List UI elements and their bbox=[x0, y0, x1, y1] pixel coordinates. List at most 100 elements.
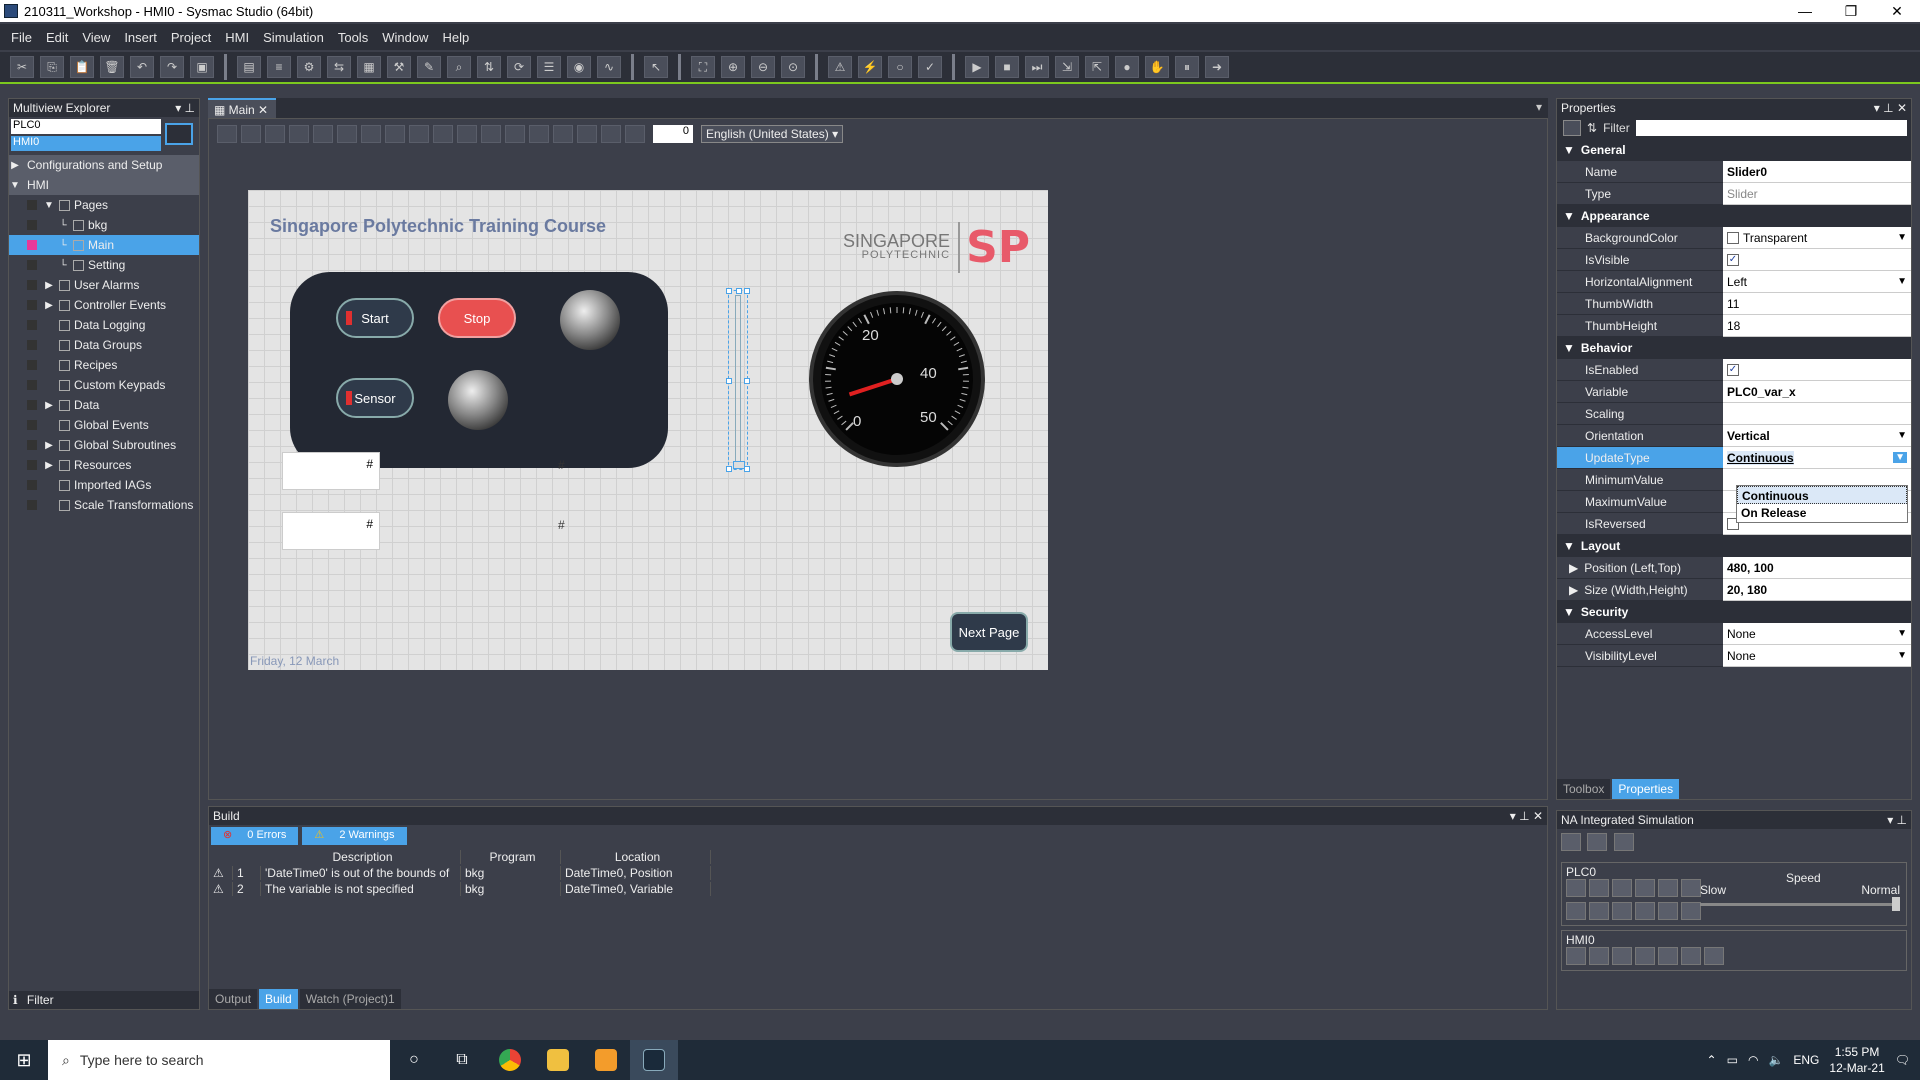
resize-handle[interactable] bbox=[726, 466, 732, 472]
arrow-right-icon[interactable]: ➜ bbox=[1205, 56, 1229, 78]
tree-item[interactable]: ▼ Pages bbox=[9, 195, 199, 215]
tree-item[interactable]: Recipes bbox=[9, 355, 199, 375]
network-icon[interactable]: ⚙ bbox=[297, 56, 321, 78]
align-middle-icon[interactable] bbox=[505, 125, 525, 143]
step-icon[interactable]: ⏭ bbox=[1025, 56, 1049, 78]
resize-handle[interactable] bbox=[736, 288, 742, 294]
menu-simulation[interactable]: Simulation bbox=[256, 30, 331, 45]
rebuild-icon[interactable]: ○ bbox=[888, 56, 912, 78]
tab-watch[interactable]: Watch (Project)1 bbox=[299, 989, 401, 1009]
gauge[interactable]: 0 20 40 50 bbox=[808, 290, 986, 468]
toggle-icon[interactable]: ◉ bbox=[567, 56, 591, 78]
resize-handle[interactable] bbox=[744, 378, 750, 384]
play-icon[interactable]: ▶ bbox=[965, 56, 989, 78]
prop-thumbheight-input[interactable]: 18 bbox=[1723, 315, 1911, 337]
step-icon[interactable] bbox=[1635, 879, 1655, 897]
tool-icon[interactable]: ✎ bbox=[417, 56, 441, 78]
datetime-display[interactable]: Friday, 12 March bbox=[250, 654, 339, 668]
wifi-icon[interactable]: ◠ bbox=[1748, 1053, 1758, 1067]
run-icon[interactable] bbox=[1566, 879, 1586, 897]
table-row[interactable]: ⚠ 2 The variable is not specified bkg Da… bbox=[209, 881, 1547, 897]
sysmac-studio-icon[interactable] bbox=[630, 1040, 678, 1080]
numeric-display-1[interactable]: # bbox=[282, 452, 380, 490]
sort-icon[interactable]: ⇅ bbox=[1587, 121, 1597, 135]
group-icon[interactable] bbox=[241, 125, 261, 143]
panel-controls-icon[interactable]: ▾ ⊥ bbox=[1887, 813, 1907, 827]
sim-tool-icon[interactable] bbox=[1635, 947, 1655, 965]
prop-visibilitylevel-select[interactable]: None ▼ bbox=[1723, 645, 1911, 667]
device-screen-icon[interactable] bbox=[165, 123, 193, 145]
speed-slider[interactable] bbox=[1700, 903, 1900, 906]
prop-thumbwidth-input[interactable]: 11 bbox=[1723, 293, 1911, 315]
align-bottom-icon[interactable] bbox=[529, 125, 549, 143]
pin-icon[interactable]: ▾ ⊥ bbox=[175, 101, 195, 115]
breakpoint-icon[interactable]: ● bbox=[1115, 56, 1139, 78]
next-page-button[interactable]: Next Page bbox=[950, 612, 1028, 652]
label-hash-2[interactable]: # bbox=[558, 518, 565, 532]
pointer-icon[interactable]: ↖ bbox=[644, 56, 668, 78]
check-icon[interactable]: ✓ bbox=[918, 56, 942, 78]
redo-icon[interactable]: ↷ bbox=[160, 56, 184, 78]
header-description[interactable]: Description bbox=[261, 850, 461, 864]
menu-edit[interactable]: Edit bbox=[39, 30, 75, 45]
status-lamp-2[interactable] bbox=[448, 370, 508, 430]
bring-front-icon[interactable] bbox=[361, 125, 381, 143]
sim-tool-icon[interactable] bbox=[1613, 833, 1634, 851]
collapse-icon[interactable]: ▼ bbox=[9, 180, 21, 191]
expand-icon[interactable]: ▶ bbox=[43, 300, 55, 311]
prop-size-input[interactable]: 20, 180 bbox=[1723, 579, 1911, 601]
tree-item[interactable]: ▶ Data bbox=[9, 395, 199, 415]
sensor-button[interactable]: Sensor bbox=[336, 378, 414, 418]
layout-icon[interactable]: ▦ bbox=[357, 56, 381, 78]
step-in-icon[interactable]: ⇲ bbox=[1055, 56, 1079, 78]
section-behavior[interactable]: ▼ Behavior bbox=[1557, 337, 1911, 359]
tree-item[interactable]: Custom Keypads bbox=[9, 375, 199, 395]
tree-item[interactable]: Scale Transformations bbox=[9, 495, 199, 515]
sim-tool-icon[interactable] bbox=[1681, 947, 1701, 965]
menu-insert[interactable]: Insert bbox=[117, 30, 164, 45]
sim-tool-icon[interactable] bbox=[1589, 947, 1609, 965]
tree-item[interactable]: └ Main bbox=[9, 235, 199, 255]
select-icon[interactable] bbox=[217, 125, 237, 143]
menu-project[interactable]: Project bbox=[164, 30, 218, 45]
warning-icon[interactable]: ⚠ bbox=[828, 56, 852, 78]
prop-scaling-input[interactable] bbox=[1723, 403, 1911, 425]
prop-halign-select[interactable]: Left ▼ bbox=[1723, 271, 1911, 293]
fit-icon[interactable]: ⛶ bbox=[691, 56, 715, 78]
menu-help[interactable]: Help bbox=[435, 30, 476, 45]
align-center-icon[interactable] bbox=[433, 125, 453, 143]
prop-updatetype-select[interactable]: Continuous ▼ bbox=[1723, 447, 1911, 469]
tree-configurations[interactable]: ▶ Configurations and Setup bbox=[9, 155, 199, 175]
menu-view[interactable]: View bbox=[75, 30, 117, 45]
resize-handle[interactable] bbox=[726, 378, 732, 384]
tab-dropdown-icon[interactable]: ▾ bbox=[1536, 100, 1542, 114]
close-button[interactable]: ✕ bbox=[1874, 3, 1920, 20]
ungroup-icon[interactable] bbox=[265, 125, 285, 143]
tree-item[interactable]: └ bkg bbox=[9, 215, 199, 235]
tab-properties[interactable]: Properties bbox=[1612, 779, 1680, 799]
chrome-icon[interactable] bbox=[486, 1040, 534, 1080]
hand-icon[interactable]: ✋ bbox=[1145, 56, 1169, 78]
close-tab-icon[interactable]: ✕ bbox=[258, 103, 268, 117]
table-row[interactable]: ⚠ 1 'DateTime0' is out of the bounds of … bbox=[209, 865, 1547, 881]
tree-icon[interactable]: ≡ bbox=[267, 56, 291, 78]
sim-tool-icon[interactable] bbox=[1561, 833, 1581, 851]
section-appearance[interactable]: ▼ Appearance bbox=[1557, 205, 1911, 227]
device-hmi0[interactable]: HMI0 bbox=[11, 136, 161, 151]
expand-icon[interactable]: ▶ bbox=[43, 280, 55, 291]
tree-item[interactable]: ▶ User Alarms bbox=[9, 275, 199, 295]
tree-item[interactable]: Global Events bbox=[9, 415, 199, 435]
menu-window[interactable]: Window bbox=[375, 30, 435, 45]
same-size-icon[interactable] bbox=[601, 125, 621, 143]
zoom-reset-icon[interactable]: ⊙ bbox=[781, 56, 805, 78]
start-button[interactable]: Start bbox=[336, 298, 414, 338]
maximize-button[interactable]: ❐ bbox=[1828, 3, 1874, 20]
prop-bgcolor-select[interactable]: Transparent ▼ bbox=[1723, 227, 1911, 249]
sim-tool-icon[interactable] bbox=[1704, 947, 1724, 965]
resize-handle[interactable] bbox=[744, 288, 750, 294]
resize-handle[interactable] bbox=[726, 288, 732, 294]
resize-handle[interactable] bbox=[744, 466, 750, 472]
dropdown-arrow-icon[interactable]: ▼ bbox=[1893, 452, 1907, 463]
prop-orientation-select[interactable]: Vertical ▼ bbox=[1723, 425, 1911, 447]
tree-item[interactable]: ▶ Controller Events bbox=[9, 295, 199, 315]
